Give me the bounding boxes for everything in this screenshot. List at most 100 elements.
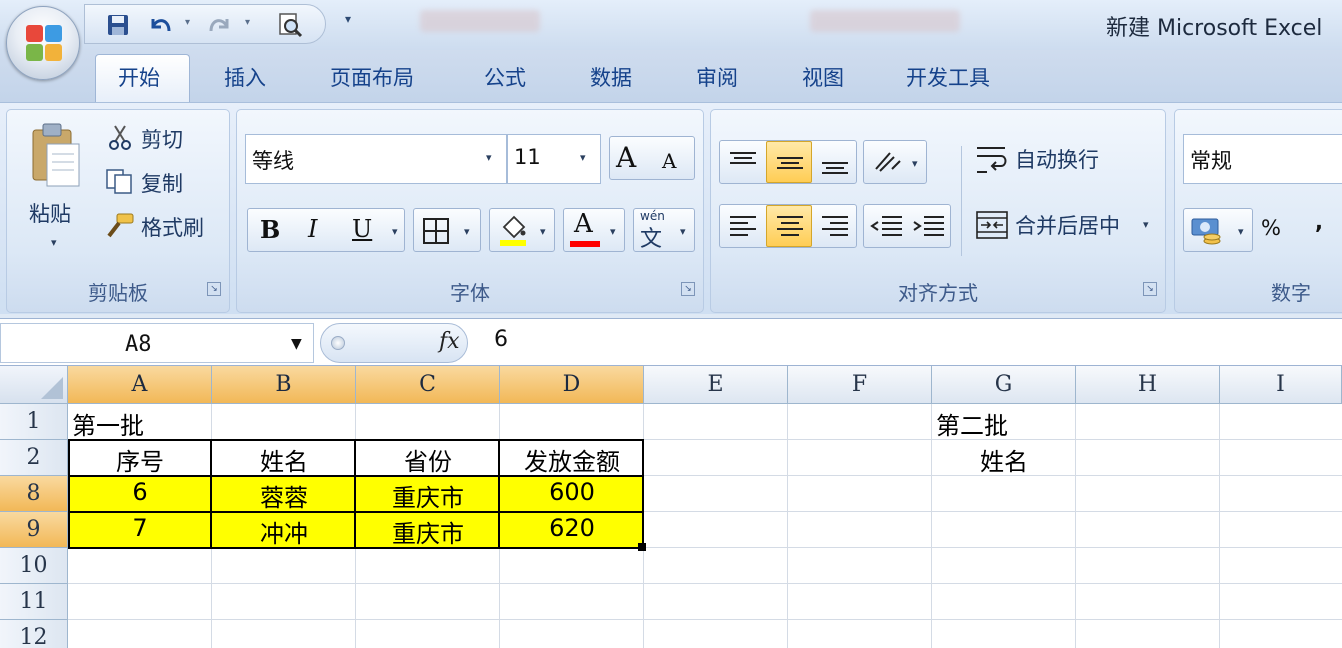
tab-review[interactable]: 审阅 <box>696 62 738 92</box>
row-header-11[interactable]: 11 <box>0 584 68 620</box>
cell-g1[interactable]: 第二批 <box>936 406 1008 441</box>
font-launcher-icon[interactable]: ↘ <box>681 282 695 296</box>
cell-c2[interactable]: 省份 <box>356 442 500 477</box>
tab-view[interactable]: 视图 <box>802 62 844 92</box>
fill-color-dropdown-icon[interactable]: ▾ <box>540 225 546 238</box>
tab-page-layout[interactable]: 页面布局 <box>330 62 414 92</box>
cell-a8[interactable]: 6 <box>68 478 212 506</box>
column-header-a[interactable]: A <box>68 366 212 404</box>
column-header-g[interactable]: G <box>932 366 1076 404</box>
tab-data[interactable]: 数据 <box>590 62 632 92</box>
customize-icon[interactable]: ▾ <box>340 12 356 32</box>
row-header-9[interactable]: 9 <box>0 512 68 548</box>
redo-dropdown-icon[interactable]: ▾ <box>245 17 250 28</box>
underline-button[interactable]: U <box>352 215 372 243</box>
wrap-text-button[interactable]: 自动换行 <box>1015 144 1099 174</box>
print-preview-icon[interactable] <box>275 11 305 39</box>
tab-developer[interactable]: 开发工具 <box>906 62 990 92</box>
orientation-dropdown-icon[interactable]: ▾ <box>912 157 918 170</box>
fill-handle[interactable] <box>638 543 646 551</box>
increase-indent-icon[interactable] <box>912 213 946 241</box>
tab-formulas[interactable]: 公式 <box>484 62 526 92</box>
font-size-dropdown-icon[interactable]: ▾ <box>580 151 586 164</box>
office-button[interactable] <box>6 6 80 80</box>
cell-b8[interactable]: 蓉蓉 <box>212 478 356 513</box>
row-header-2[interactable]: 2 <box>0 440 68 476</box>
accounting-format-button[interactable]: ▾ <box>1183 208 1253 252</box>
number-format-select[interactable]: 常规 <box>1183 134 1342 184</box>
undo-icon[interactable] <box>145 11 175 39</box>
shrink-font-icon[interactable]: A <box>662 149 676 173</box>
save-icon[interactable] <box>103 11 133 39</box>
italic-button[interactable]: I <box>308 215 317 243</box>
font-name-dropdown-icon[interactable]: ▾ <box>486 151 492 164</box>
align-top-icon[interactable] <box>728 149 758 177</box>
align-left-icon[interactable] <box>728 213 758 241</box>
name-box[interactable]: A8 ▼ <box>0 323 314 363</box>
insert-function-icon[interactable]: fx <box>439 329 460 354</box>
formula-input[interactable]: 6 <box>494 327 508 352</box>
cell-a1[interactable]: 第一批 <box>72 406 144 441</box>
cell-d8[interactable]: 600 <box>500 478 644 506</box>
column-header-e[interactable]: E <box>644 366 788 404</box>
comma-style-button[interactable]: , <box>1315 210 1323 234</box>
phonetic-button[interactable]: wén 文 ▾ <box>633 208 695 252</box>
cell-d9[interactable]: 620 <box>500 514 644 542</box>
percent-style-button[interactable]: % <box>1261 216 1281 240</box>
cell-b9[interactable]: 冲冲 <box>212 514 356 549</box>
copy-button[interactable]: 复制 <box>141 168 183 198</box>
cell-c9[interactable]: 重庆市 <box>356 514 500 549</box>
borders-dropdown-icon[interactable]: ▾ <box>464 225 470 238</box>
name-box-dropdown-icon[interactable]: ▼ <box>291 336 302 352</box>
select-all-button[interactable] <box>0 366 68 404</box>
align-bottom-icon[interactable] <box>820 149 850 177</box>
cell-a2[interactable]: 序号 <box>68 442 212 477</box>
fill-color-button[interactable]: ▾ <box>489 208 555 252</box>
column-header-b[interactable]: B <box>212 366 356 404</box>
merge-center-button[interactable]: 合并后居中 <box>1015 210 1120 240</box>
column-header-i[interactable]: I <box>1220 366 1342 404</box>
redo-icon[interactable] <box>205 11 235 39</box>
alignment-launcher-icon[interactable]: ↘ <box>1143 282 1157 296</box>
row-header-8[interactable]: 8 <box>0 476 68 512</box>
tab-home[interactable]: 开始 <box>118 62 160 92</box>
align-middle-button[interactable] <box>766 141 812 183</box>
borders-button[interactable]: ▾ <box>413 208 481 252</box>
formula-bar-expand-handle[interactable] <box>331 336 345 350</box>
underline-dropdown-icon[interactable]: ▾ <box>392 225 398 238</box>
cell-d2[interactable]: 发放金额 <box>500 442 644 477</box>
column-header-f[interactable]: F <box>788 366 932 404</box>
row-header-10[interactable]: 10 <box>0 548 68 584</box>
phonetic-dropdown-icon[interactable]: ▾ <box>680 225 686 238</box>
paste-button[interactable]: 粘贴 <box>29 198 71 228</box>
decrease-indent-icon[interactable] <box>870 213 904 241</box>
font-name-select[interactable]: 等线 ▾ <box>245 134 507 184</box>
cell-c8[interactable]: 重庆市 <box>356 478 500 513</box>
paste-dropdown-icon[interactable]: ▾ <box>51 236 57 249</box>
align-center-button[interactable] <box>766 205 812 247</box>
accounting-dropdown-icon[interactable]: ▾ <box>1238 225 1244 238</box>
bold-button[interactable]: B <box>260 215 280 244</box>
row-header-12[interactable]: 12 <box>0 620 68 648</box>
font-size-select[interactable]: 11 ▾ <box>507 134 601 184</box>
cut-button[interactable]: 剪切 <box>141 124 183 154</box>
undo-dropdown-icon[interactable]: ▾ <box>185 17 190 28</box>
tab-insert[interactable]: 插入 <box>224 62 266 92</box>
font-color-button[interactable]: A ▾ <box>563 208 625 252</box>
format-painter-button[interactable]: 格式刷 <box>141 212 204 242</box>
cell-b2[interactable]: 姓名 <box>212 442 356 477</box>
column-header-d[interactable]: D <box>500 366 644 404</box>
paste-icon[interactable] <box>29 122 83 192</box>
clipboard-launcher-icon[interactable]: ↘ <box>207 282 221 296</box>
orientation-button[interactable]: ▾ <box>863 140 927 184</box>
cell-a9[interactable]: 7 <box>68 514 212 542</box>
column-header-c[interactable]: C <box>356 366 500 404</box>
align-right-icon[interactable] <box>820 213 850 241</box>
merge-center-dropdown-icon[interactable]: ▾ <box>1143 218 1149 231</box>
cell-g2[interactable]: 姓名 <box>932 442 1076 477</box>
column-header-h[interactable]: H <box>1076 366 1220 404</box>
grow-font-icon[interactable]: A <box>616 141 636 174</box>
font-color-dropdown-icon[interactable]: ▾ <box>610 225 616 238</box>
worksheet-grid[interactable]: A B C D E F G H I 1 2 8 9 10 11 12 第一批 第… <box>0 366 1342 648</box>
row-header-1[interactable]: 1 <box>0 404 68 440</box>
